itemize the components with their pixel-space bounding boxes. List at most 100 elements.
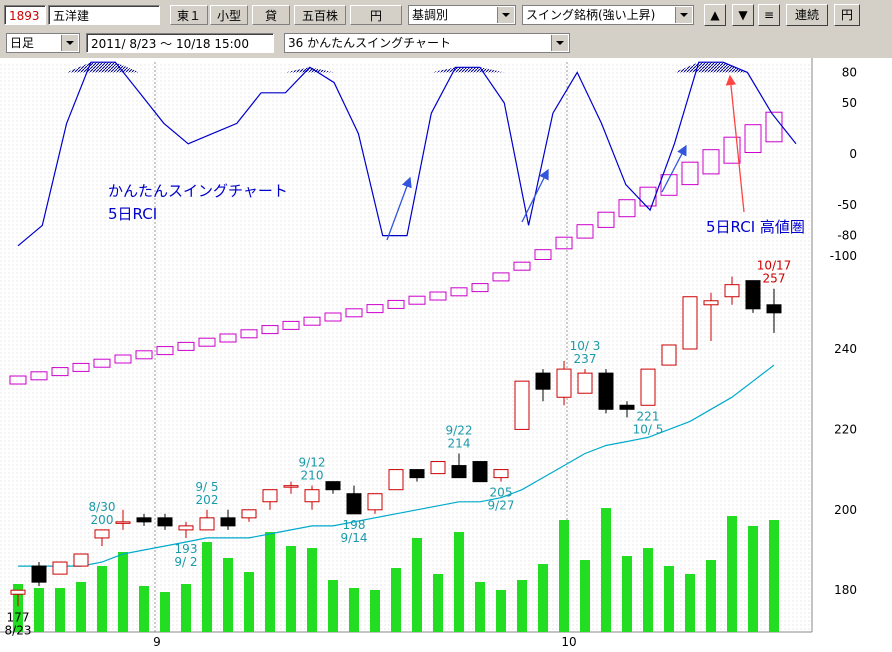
price-label: 10/ 5 bbox=[633, 422, 664, 436]
menu-button[interactable]: ≡ bbox=[758, 4, 780, 26]
candle-body bbox=[178, 525, 194, 531]
price-label: 9/12 bbox=[299, 456, 326, 470]
price-label: 10/17 bbox=[757, 259, 792, 273]
candle-body bbox=[52, 561, 68, 575]
period-select[interactable]: 日足 bbox=[6, 33, 80, 53]
stock-code[interactable]: 1893 bbox=[4, 5, 46, 25]
candle-body bbox=[325, 481, 341, 491]
candle-body bbox=[535, 372, 551, 390]
continuous-button[interactable]: 連続 bbox=[786, 4, 828, 26]
volume-bar bbox=[34, 588, 44, 632]
volume-bar bbox=[118, 552, 128, 632]
price-axis-label: 200 bbox=[834, 503, 857, 517]
volume-bar bbox=[727, 516, 737, 632]
candle bbox=[472, 461, 488, 483]
high-zone-annotation: 5日RCI 高値圏 bbox=[706, 218, 805, 236]
chevron-down-icon bbox=[497, 7, 514, 23]
price-label: 237 bbox=[574, 352, 597, 366]
volume-bar bbox=[412, 538, 422, 632]
volume-bar bbox=[496, 590, 506, 632]
screen-select-value: スイング銘柄(強い上昇) bbox=[526, 8, 656, 22]
rci-axis-label: -100 bbox=[830, 249, 857, 263]
candle-body bbox=[577, 372, 593, 394]
volume-bar bbox=[454, 532, 464, 632]
candle-body bbox=[451, 465, 467, 479]
up-button[interactable]: ▲ bbox=[704, 4, 726, 26]
price-label: 177 bbox=[7, 610, 30, 624]
volume-bar bbox=[160, 592, 170, 632]
candle-body bbox=[262, 489, 278, 503]
chart-select[interactable]: 36 かんたんスイングチャート bbox=[284, 33, 570, 53]
rci-axis-label: -80 bbox=[837, 229, 857, 243]
candle bbox=[388, 469, 404, 491]
stock-name: 五洋建 bbox=[48, 5, 160, 25]
price-label: 210 bbox=[301, 469, 324, 483]
candle bbox=[52, 561, 68, 575]
price-unit-label: 円 bbox=[350, 5, 402, 25]
candle-body bbox=[94, 529, 110, 539]
candle-body bbox=[556, 368, 572, 398]
candle-body bbox=[409, 469, 425, 479]
candle-body bbox=[220, 517, 236, 527]
candle-body bbox=[304, 489, 320, 503]
candle-body bbox=[598, 372, 614, 410]
down-button[interactable]: ▼ bbox=[732, 4, 754, 26]
candle-body bbox=[367, 493, 383, 511]
swing-chart[interactable]: 1778/238/302001939/ 29/ 52029/122101989/… bbox=[0, 58, 892, 652]
market-label: 東１ bbox=[170, 5, 208, 25]
rci-axis-label: 0 bbox=[849, 147, 857, 161]
chevron-down-icon bbox=[675, 7, 692, 23]
price-label: 198 bbox=[343, 518, 366, 532]
rci-axis-label: 50 bbox=[842, 96, 857, 110]
candle-body bbox=[514, 380, 530, 430]
candle-body bbox=[115, 521, 131, 524]
candle-body bbox=[388, 469, 404, 491]
volume-bar bbox=[748, 526, 758, 632]
volume-bar bbox=[286, 546, 296, 632]
price-label: 214 bbox=[448, 437, 471, 451]
candle-body bbox=[136, 517, 152, 523]
price-label: 9/14 bbox=[341, 531, 368, 545]
size-label: 小型 bbox=[210, 5, 248, 25]
candle-body bbox=[661, 344, 677, 366]
candle-body bbox=[283, 485, 299, 488]
volume-bar bbox=[664, 566, 674, 632]
price-label: 8/30 bbox=[89, 500, 116, 514]
volume-bar bbox=[475, 582, 485, 632]
screen-select[interactable]: スイング銘柄(強い上昇) bbox=[522, 5, 694, 25]
chevron-down-icon bbox=[61, 35, 78, 51]
price-label: 221 bbox=[637, 409, 660, 423]
volume-bar bbox=[370, 590, 380, 632]
candle-body bbox=[619, 404, 635, 410]
sort-select[interactable]: 基調別 bbox=[408, 5, 516, 25]
rci-high-zone bbox=[455, 67, 480, 73]
price-label: 257 bbox=[763, 272, 786, 286]
candle-body bbox=[10, 589, 26, 595]
rci-high-zone bbox=[90, 62, 116, 73]
volume-bar bbox=[265, 532, 275, 632]
yen-button[interactable]: 円 bbox=[834, 4, 860, 26]
rci-label-annotation: 5日RCI bbox=[108, 205, 157, 223]
candle-body bbox=[703, 300, 719, 306]
volume-bar bbox=[391, 568, 401, 632]
price-label: 9/27 bbox=[488, 499, 515, 513]
volume-bar bbox=[139, 586, 149, 632]
price-label: 205 bbox=[490, 486, 513, 500]
price-label: 202 bbox=[196, 493, 219, 507]
candle-body bbox=[640, 368, 656, 406]
candle bbox=[31, 562, 47, 587]
candle-body bbox=[430, 461, 446, 475]
chart-select-value: 36 かんたんスイングチャート bbox=[288, 36, 451, 50]
candle-body bbox=[73, 553, 89, 567]
volume-bar bbox=[55, 588, 65, 632]
candle bbox=[514, 380, 530, 430]
chart-title-annotation: かんたんスイングチャート bbox=[108, 182, 288, 200]
price-label: 9/22 bbox=[446, 424, 473, 438]
candle-body bbox=[31, 565, 47, 583]
candle-body bbox=[682, 296, 698, 350]
candle-body bbox=[346, 493, 362, 515]
sort-select-value: 基調別 bbox=[412, 8, 449, 22]
volume-bar bbox=[580, 560, 590, 632]
candle bbox=[430, 461, 446, 475]
candle-body bbox=[157, 517, 173, 527]
